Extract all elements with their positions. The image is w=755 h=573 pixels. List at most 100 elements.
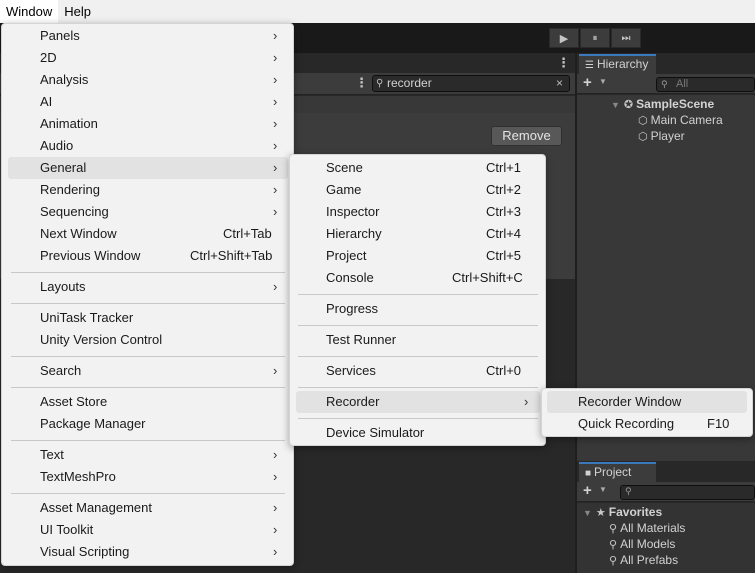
menu-divider — [298, 294, 538, 295]
menu-item-test-runner[interactable]: Test Runner — [296, 329, 540, 351]
shortcut-label: Ctrl+0 — [486, 363, 522, 378]
menu-item-ui-toolkit[interactable]: UI Toolkit › — [8, 519, 288, 541]
menu-window[interactable]: Window — [0, 0, 59, 23]
pause-button[interactable]: ⏸ — [580, 28, 610, 48]
scene-row[interactable]: ▼ ✪ SampleScene — [611, 96, 714, 112]
scene-name: SampleScene — [636, 97, 715, 111]
menu-item-label: Animation — [40, 116, 98, 131]
menu-item-textmeshpro[interactable]: TextMeshPro › — [8, 466, 288, 488]
remove-button[interactable]: Remove — [491, 126, 562, 146]
shortcut-label: Ctrl+2 — [486, 182, 522, 197]
menu-item-analysis[interactable]: Analysis › — [8, 69, 288, 91]
menu-item-text[interactable]: Text › — [8, 444, 288, 466]
menu-item-asset-management[interactable]: Asset Management › — [8, 497, 288, 519]
list-item[interactable]: ⚲ All Materials — [609, 520, 685, 536]
menu-item-recorder[interactable]: Recorder › — [296, 391, 540, 413]
shortcut-label: Ctrl+1 — [486, 160, 522, 175]
favorites-row[interactable]: ▼ ★ Favorites — [583, 504, 662, 520]
menu-item-rendering[interactable]: Rendering › — [8, 179, 288, 201]
project-search-input[interactable]: ⚲ — [620, 485, 755, 500]
menu-item-label: Unity Version Control — [40, 332, 163, 347]
menu-item-unitask-tracker[interactable]: UniTask Tracker — [8, 307, 288, 329]
menu-item-console[interactable]: Console Ctrl+Shift+C — [296, 267, 540, 289]
menu-item-unity-version-control[interactable]: Unity Version Control — [8, 329, 288, 351]
chevron-right-icon: › — [273, 72, 278, 87]
menu-item-label: Hierarchy — [326, 226, 382, 241]
fold-icon[interactable]: ▼ — [611, 100, 620, 110]
menu-item-label: Text — [40, 447, 64, 462]
step-button[interactable]: ⏭ — [611, 28, 641, 48]
hierarchy-search-input[interactable]: ⚲ All — [656, 77, 755, 92]
menu-item-label: Audio — [40, 138, 74, 153]
tab-hierarchy-label: Hierarchy — [596, 57, 649, 71]
cube-icon: ⬡ — [638, 131, 648, 143]
menu-help[interactable]: Help — [58, 0, 97, 23]
menu-divider — [11, 387, 285, 388]
menu-item-label: Progress — [326, 301, 379, 316]
menu-item-sequencing[interactable]: Sequencing › — [8, 201, 288, 223]
unity-scene-icon: ✪ — [623, 99, 634, 111]
menu-item-ai[interactable]: AI › — [8, 91, 288, 113]
item-label: Main Camera — [650, 113, 723, 127]
chevron-right-icon: › — [273, 116, 278, 131]
menu-item-previous-window[interactable]: Previous Window Ctrl+Shift+Tab — [8, 245, 288, 267]
play-button[interactable]: ▶ — [549, 28, 579, 48]
menu-item-next-window[interactable]: Next Window Ctrl+Tab — [8, 223, 288, 245]
create-asset-button[interactable]: + — [583, 482, 592, 500]
menu-divider — [298, 356, 538, 357]
star-icon: ★ — [595, 507, 606, 519]
menu-item-asset-store[interactable]: Asset Store — [8, 391, 288, 413]
menu-item-services[interactable]: Services Ctrl+0 — [296, 360, 540, 382]
play-controls: ▶ ⏸ ⏭ — [549, 28, 642, 48]
menu-item-inspector[interactable]: Inspector Ctrl+3 — [296, 201, 540, 223]
search-icon: ⚲ — [609, 539, 618, 551]
menu-divider — [298, 387, 538, 388]
item-label: All Models — [620, 537, 676, 551]
list-item[interactable]: ⬡ Player — [638, 128, 685, 144]
chevron-down-icon[interactable]: ▼ — [599, 77, 607, 86]
menu-item-hierarchy[interactable]: Hierarchy Ctrl+4 — [296, 223, 540, 245]
panel-more-icon[interactable]: ⋮ — [557, 55, 570, 71]
menu-item-label: Visual Scripting — [40, 544, 130, 559]
menu-item-label: Services — [326, 363, 376, 378]
menu-item-2d[interactable]: 2D › — [8, 47, 288, 69]
menu-item-panels[interactable]: Panels › — [8, 25, 288, 47]
fold-icon[interactable]: ▼ — [583, 508, 592, 518]
menu-item-search[interactable]: Search › — [8, 360, 288, 382]
menu-item-label: TextMeshPro — [40, 469, 116, 484]
clear-icon[interactable]: × — [556, 76, 563, 91]
menu-item-visual-scripting[interactable]: Visual Scripting › — [8, 541, 288, 563]
menu-item-animation[interactable]: Animation › — [8, 113, 288, 135]
list-item[interactable]: ⚲ All Models — [609, 536, 675, 552]
menu-item-game[interactable]: Game Ctrl+2 — [296, 179, 540, 201]
tab-hierarchy[interactable]: ☰ Hierarchy — [579, 54, 656, 74]
menu-item-scene[interactable]: Scene Ctrl+1 — [296, 157, 540, 179]
menu-item-recorder-window[interactable]: Recorder Window — [547, 391, 747, 413]
list-item[interactable]: ⬡ Main Camera — [638, 112, 723, 128]
project-toolbar: + ▼ ⚲ — [577, 482, 755, 502]
add-object-button[interactable]: + — [583, 74, 592, 92]
menu-item-progress[interactable]: Progress — [296, 298, 540, 320]
menu-item-label: Test Runner — [326, 332, 397, 347]
chevron-right-icon: › — [273, 279, 278, 294]
shortcut-label: Ctrl+4 — [486, 226, 522, 241]
menu-item-label: Inspector — [326, 204, 380, 219]
menu-item-package-manager[interactable]: Package Manager — [8, 413, 288, 435]
list-item[interactable]: ⚲ All Prefabs — [609, 552, 678, 568]
play-icon: ▶ — [559, 32, 569, 45]
menu-item-label: Recorder — [326, 394, 380, 409]
chevron-down-icon[interactable]: ▼ — [599, 485, 607, 494]
menu-item-project[interactable]: Project Ctrl+5 — [296, 245, 540, 267]
item-label: All Prefabs — [620, 553, 679, 567]
menu-item-layouts[interactable]: Layouts › — [8, 276, 288, 298]
menu-item-label: Analysis — [40, 72, 89, 87]
chevron-right-icon: › — [273, 544, 278, 559]
menu-item-general[interactable]: General › — [8, 157, 288, 179]
menu-item-device-simulator[interactable]: Device Simulator — [296, 422, 540, 444]
toolbar-more-icon[interactable]: ⋮ — [355, 75, 368, 91]
menu-item-quick-recording[interactable]: Quick Recording F10 — [547, 413, 747, 435]
menu-item-audio[interactable]: Audio › — [8, 135, 288, 157]
tab-project[interactable]: ■ Project — [579, 462, 656, 482]
menu-item-label: Scene — [326, 160, 363, 175]
left-search-input[interactable]: ⚲ recorder × — [372, 75, 570, 92]
